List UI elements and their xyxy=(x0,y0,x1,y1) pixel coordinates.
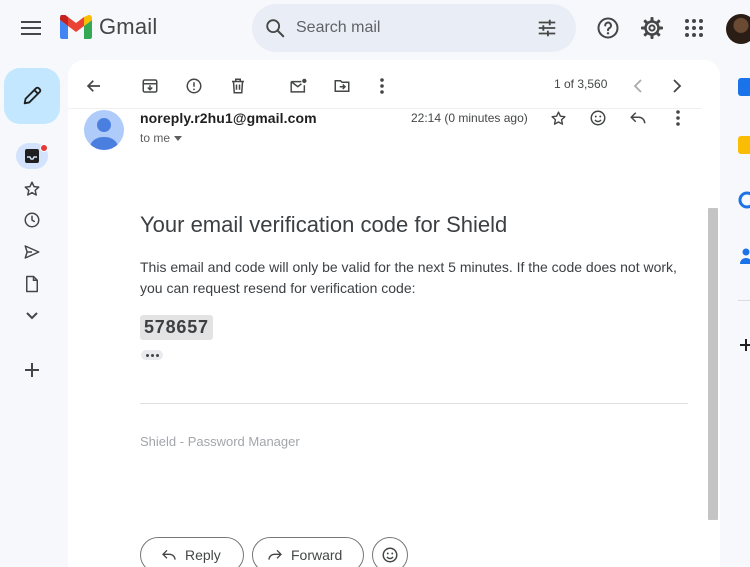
compose-button[interactable] xyxy=(4,68,60,124)
caret-down-icon xyxy=(174,135,183,141)
search-input[interactable] xyxy=(296,14,516,42)
report-spam-icon xyxy=(186,78,202,94)
sender-name[interactable]: noreply.r2hu1@gmail.com xyxy=(140,110,317,126)
star-icon xyxy=(24,181,40,196)
plus-icon xyxy=(740,339,750,351)
help-button[interactable] xyxy=(594,14,622,42)
calendar-app-icon[interactable] xyxy=(738,78,750,96)
archive-button[interactable] xyxy=(136,72,164,100)
more-vert-icon xyxy=(380,78,384,94)
starred-nav[interactable] xyxy=(16,176,48,202)
account-avatar[interactable] xyxy=(726,14,750,44)
forward-label: Forward xyxy=(291,547,343,563)
search-icon[interactable] xyxy=(264,17,286,39)
inbox-nav[interactable] xyxy=(16,143,48,169)
inbox-icon xyxy=(25,149,39,163)
compose-icon xyxy=(23,86,42,105)
tasks-app-icon[interactable] xyxy=(738,191,750,209)
emoji-icon xyxy=(590,110,606,126)
email-subject: Your email verification code for Shield xyxy=(140,212,508,237)
create-label-button[interactable] xyxy=(16,357,48,383)
emoji-icon xyxy=(382,547,398,563)
get-addons-button[interactable] xyxy=(738,337,750,355)
reply-icon xyxy=(162,549,176,560)
add-reaction-button[interactable] xyxy=(586,106,610,130)
back-button[interactable] xyxy=(80,72,108,100)
chevron-right-icon xyxy=(673,79,682,93)
star-icon xyxy=(550,110,566,125)
gmail-logo-link[interactable]: Gmail xyxy=(60,14,157,40)
app-name: Gmail xyxy=(99,14,158,39)
side-panel-divider xyxy=(738,300,750,301)
more-vert-icon xyxy=(676,110,680,126)
gmail-logo xyxy=(60,15,92,39)
report-spam-button[interactable] xyxy=(180,72,208,100)
clock-icon xyxy=(24,212,40,228)
email-footer: Shield - Password Manager xyxy=(140,434,300,449)
recipient-details[interactable]: to me xyxy=(140,131,183,145)
drafts-nav[interactable] xyxy=(16,271,48,297)
message-more-button[interactable] xyxy=(666,106,690,130)
help-icon xyxy=(597,17,619,39)
archive-icon xyxy=(142,79,158,93)
plus-icon xyxy=(25,363,39,377)
show-trimmed-content-button[interactable] xyxy=(141,350,163,360)
verification-code: 578657 xyxy=(140,315,213,340)
settings-icon xyxy=(641,17,663,39)
top-bar: Gmail xyxy=(0,0,750,56)
filter-icon[interactable] xyxy=(536,17,558,39)
apps-icon xyxy=(685,19,703,37)
menu-icon xyxy=(21,21,41,35)
email-body: This email and code will only be valid f… xyxy=(140,259,677,296)
mark-unread-button[interactable] xyxy=(284,72,312,100)
delete-button[interactable] xyxy=(224,72,252,100)
sender-avatar xyxy=(84,110,124,150)
unread-indicator xyxy=(40,144,48,152)
contacts-app-icon[interactable] xyxy=(738,246,750,264)
body-divider xyxy=(140,403,688,404)
reply-icon-button[interactable] xyxy=(626,106,650,130)
trash-icon xyxy=(232,78,244,94)
file-icon xyxy=(26,275,38,293)
move-to-icon xyxy=(334,80,350,92)
apps-button[interactable] xyxy=(680,14,708,42)
star-message-button[interactable] xyxy=(546,106,570,130)
snoozed-nav[interactable] xyxy=(16,207,48,233)
reply-button[interactable]: Reply xyxy=(140,537,244,567)
message-timestamp: 22:14 (0 minutes ago) xyxy=(411,111,528,125)
main-menu-button[interactable] xyxy=(14,11,48,45)
recipient-label: to me xyxy=(140,131,171,145)
message-counter: 1 of 3,560 xyxy=(554,77,608,91)
scrollbar-thumb[interactable] xyxy=(708,208,718,520)
mark-unread-icon xyxy=(289,78,307,93)
reply-label: Reply xyxy=(185,547,221,563)
chevron-left-icon xyxy=(633,79,642,93)
forward-icon xyxy=(268,549,282,560)
forward-button[interactable]: Forward xyxy=(252,537,364,567)
sent-nav[interactable] xyxy=(16,239,48,265)
settings-button[interactable] xyxy=(638,14,666,42)
search-bar[interactable] xyxy=(252,4,576,52)
older-button[interactable] xyxy=(663,72,691,100)
message-panel: 1 of 3,560 noreply.r2hu1@gmail.com to me… xyxy=(68,60,720,567)
newer-button[interactable] xyxy=(624,72,652,100)
chevron-down-icon xyxy=(26,312,38,320)
send-icon xyxy=(24,245,40,259)
emoji-react-button[interactable] xyxy=(372,537,408,567)
reply-icon xyxy=(630,112,646,124)
more-nav[interactable] xyxy=(16,303,48,329)
back-arrow-icon xyxy=(86,80,100,92)
keep-app-icon[interactable] xyxy=(738,136,750,154)
more-options-button[interactable] xyxy=(368,72,396,100)
move-to-button[interactable] xyxy=(328,72,356,100)
